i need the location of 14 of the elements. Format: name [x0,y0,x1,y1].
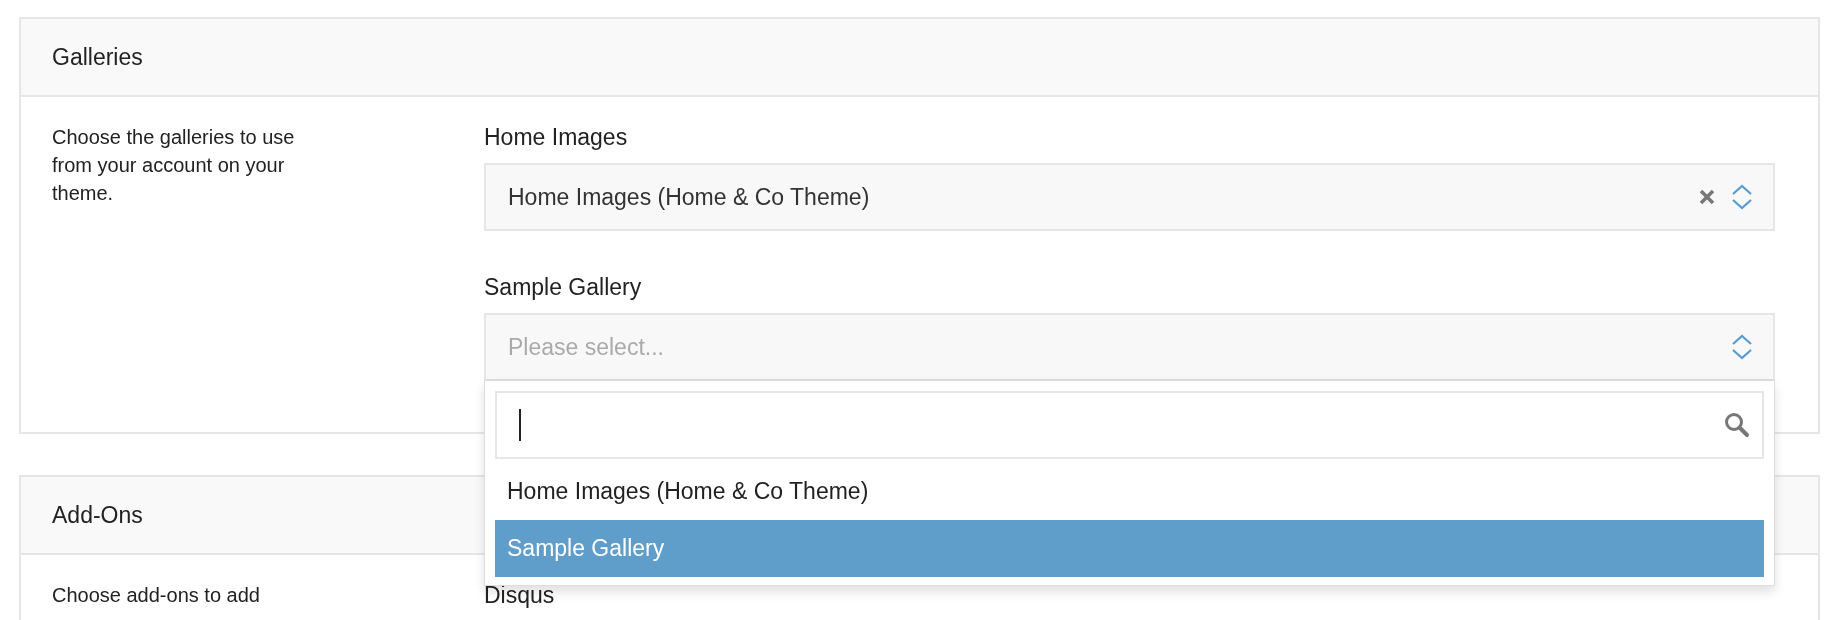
field-label: Disqus [484,580,556,610]
text-cursor [519,409,521,441]
section-title: Galleries [52,43,143,71]
field-label: Sample Gallery [484,272,643,302]
section-title: Add-Ons [52,501,143,529]
search-icon [1724,412,1750,438]
search-field[interactable] [495,391,1764,459]
clear-icon[interactable] [1699,189,1715,205]
select-field[interactable]: Home Images (Home & Co Theme) [484,163,1775,231]
chevron-up-down-icon [1731,334,1753,360]
section-description: Choose add-ons to add [52,583,261,608]
section-description: Choose the galleries to use from your account on your theme. [52,125,296,206]
chevron-up-down-icon [1731,184,1753,210]
field-label: Home Images [484,122,629,152]
